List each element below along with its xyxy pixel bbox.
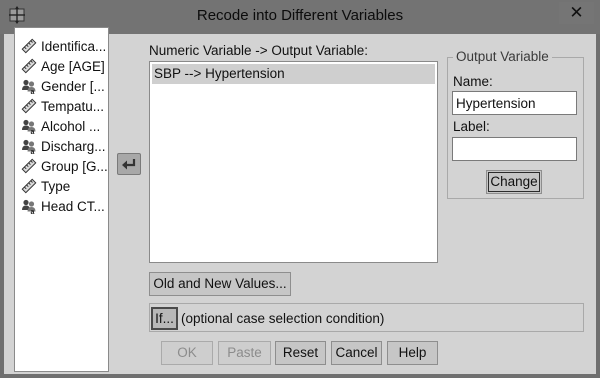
source-variable-item[interactable]: Tempatu...: [21, 96, 104, 116]
source-variable-label: Head CT...: [41, 198, 105, 214]
source-variable-item[interactable]: a Gender [...: [21, 76, 105, 96]
source-variable-item[interactable]: Age [AGE]: [21, 56, 105, 76]
close-button[interactable]: ✕: [559, 2, 594, 24]
source-variable-item[interactable]: a Discharg...: [21, 136, 106, 156]
nominal-people-icon: a: [21, 118, 37, 136]
move-arrow-icon: [122, 159, 136, 170]
name-label: Name:: [453, 74, 493, 89]
ruler-scale-icon: [21, 58, 37, 74]
source-variable-item[interactable]: Type: [21, 176, 70, 196]
change-button[interactable]: Change: [486, 170, 542, 194]
label-field[interactable]: [452, 137, 577, 161]
nominal-people-icon: a: [21, 198, 37, 216]
ruler-scale-icon: [21, 98, 37, 114]
svg-text:a: a: [31, 209, 35, 214]
source-variable-item[interactable]: a Alcohol ...: [21, 116, 100, 136]
source-variable-item[interactable]: Group [G...: [21, 156, 108, 176]
source-variable-label: Identifica...: [41, 38, 107, 54]
source-variable-list[interactable]: Identifica... Age [AGE] a Gender [... Tempat…: [14, 27, 109, 372]
label-label: Label:: [453, 119, 490, 134]
source-variable-item[interactable]: Identifica...: [21, 36, 106, 56]
name-field[interactable]: [452, 91, 577, 115]
svg-text:a: a: [31, 89, 35, 94]
source-variable-label: Age [AGE]: [41, 58, 105, 74]
mapping-row[interactable]: SBP --> Hypertension: [152, 64, 435, 84]
help-button[interactable]: Help: [387, 341, 438, 365]
nominal-people-icon: a: [21, 78, 37, 96]
source-variable-label: Alcohol ...: [41, 118, 101, 134]
numeric-output-variable-list[interactable]: SBP --> Hypertension: [149, 61, 438, 263]
source-variable-item[interactable]: a Head CT...: [21, 196, 105, 216]
source-variable-label: Type: [41, 178, 71, 194]
source-variable-label: Discharg...: [41, 138, 106, 154]
old-and-new-values-button[interactable]: Old and New Values...: [149, 272, 291, 296]
ruler-scale-icon: [21, 158, 37, 174]
source-variable-label: Gender [...: [41, 78, 105, 94]
paste-button[interactable]: Paste: [218, 341, 271, 365]
svg-text:a: a: [31, 129, 35, 134]
move-variable-button[interactable]: [117, 153, 141, 175]
if-condition-text: (optional case selection condition): [181, 311, 385, 326]
output-variable-legend: Output Variable: [453, 49, 552, 64]
recode-dialog: Recode into Different Variables ✕ Identi…: [0, 0, 600, 378]
dialog-title: Recode into Different Variables: [196, 7, 404, 24]
reset-button[interactable]: Reset: [275, 341, 326, 365]
nominal-people-icon: a: [21, 138, 37, 156]
ok-button[interactable]: OK: [161, 341, 213, 365]
ruler-scale-icon: [21, 38, 37, 54]
svg-text:a: a: [31, 149, 35, 154]
source-variable-label: Tempatu...: [41, 98, 105, 114]
close-icon: ✕: [569, 3, 584, 22]
cancel-button[interactable]: Cancel: [331, 341, 382, 365]
numeric-variable-label: Numeric Variable -> Output Variable:: [149, 43, 368, 58]
source-variable-label: Group [G...: [41, 158, 108, 174]
if-button[interactable]: If...: [151, 307, 178, 330]
ruler-scale-icon: [21, 178, 37, 194]
